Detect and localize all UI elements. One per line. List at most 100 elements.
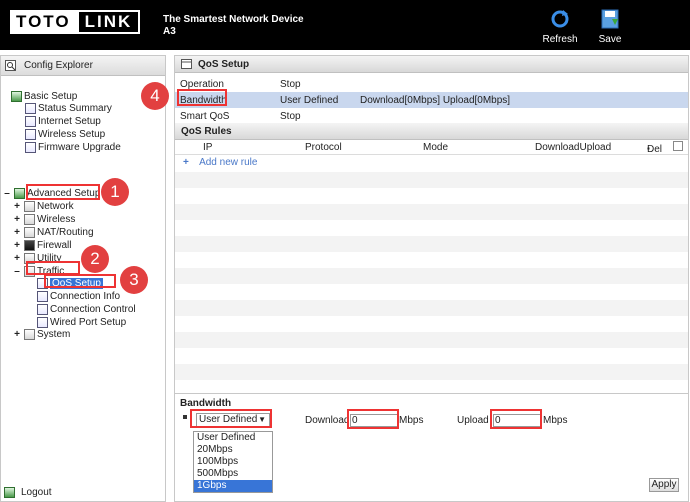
tree-item-connection-info[interactable]: Connection Info: [37, 290, 120, 302]
tree-basic-setup-label: Basic Setup: [24, 90, 78, 102]
col-del-label: Del: [647, 144, 663, 155]
upload-unit: Mbps: [543, 415, 568, 426]
bandwidth-option-20mbps[interactable]: 20Mbps: [194, 444, 272, 456]
highlight-box-download-input: [347, 409, 399, 429]
download-label: Download: [305, 415, 350, 426]
bandwidth-option-500mbps[interactable]: 500Mbps: [194, 468, 272, 480]
tagline-text: The Smartest Network Device: [163, 14, 304, 25]
tree-item-label: Status Summary: [38, 102, 112, 114]
logo-toto: TOTO: [10, 10, 77, 34]
qos-main-panel: QoS Setup Operation Stop Bandwidth User …: [174, 55, 689, 502]
logout-link[interactable]: Logout: [4, 487, 52, 498]
tree-item-wireless-setup[interactable]: Wireless Setup: [25, 128, 105, 140]
bandwidth-option-user-defined[interactable]: User Defined: [194, 432, 272, 444]
expand-icon[interactable]: +: [13, 253, 21, 264]
logout-label: Logout: [21, 487, 52, 498]
smart-qos-value: Stop: [280, 110, 301, 122]
apply-button[interactable]: Apply: [649, 478, 679, 492]
totolink-logo: TOTO LINK: [10, 10, 141, 34]
select-all-checkbox[interactable]: [673, 141, 683, 151]
tagline: The Smartest Network Device A3: [163, 14, 304, 38]
operation-value: Stop: [280, 78, 301, 90]
save-icon: [601, 9, 619, 29]
expand-icon[interactable]: +: [13, 227, 21, 238]
highlight-box-traffic: [26, 261, 80, 275]
save-label: Save: [598, 34, 622, 45]
tree-item-firewall[interactable]: + Firewall: [13, 239, 71, 251]
highlight-box-qos-setup: [44, 274, 116, 288]
folder-icon: [14, 187, 25, 199]
logout-icon: [4, 487, 15, 498]
tree-basic-setup[interactable]: Basic Setup: [11, 90, 77, 102]
wireless-icon: [24, 213, 35, 225]
page-icon: [25, 141, 36, 153]
smart-qos-row: Smart QoS Stop: [175, 108, 688, 124]
col-mode: Mode: [423, 142, 449, 153]
logo-link: LINK: [76, 10, 141, 34]
network-icon: [24, 200, 35, 212]
tree-item-network[interactable]: + Network: [13, 200, 74, 212]
col-ip: IP: [203, 142, 213, 153]
system-icon: [24, 328, 35, 340]
tree-item-label: Wireless: [37, 213, 76, 225]
collapse-icon[interactable]: –: [3, 188, 11, 199]
page-icon: [25, 128, 36, 140]
highlight-box-upload-input: [490, 409, 542, 429]
rules-empty-row: [175, 236, 688, 252]
bandwidth-dropdown-list: User Defined 20Mbps 100Mbps 500Mbps 1Gbp…: [193, 431, 273, 493]
expand-icon[interactable]: +: [13, 329, 21, 340]
bandwidth-form-title: Bandwidth: [180, 398, 232, 409]
rules-empty-row: [175, 364, 688, 380]
rules-empty-row: [175, 284, 688, 300]
save-button[interactable]: Save: [590, 9, 630, 45]
expand-icon[interactable]: +: [13, 201, 21, 212]
qos-rules-header: QoS Rules: [175, 123, 688, 140]
rules-empty-row: [175, 204, 688, 220]
refresh-button[interactable]: Refresh: [540, 9, 580, 45]
tree-item-label: Network: [37, 200, 74, 212]
step-badge-2: 2: [81, 245, 109, 273]
lock-icon: [24, 239, 35, 251]
bandwidth-option-1gbps[interactable]: 1Gbps: [194, 480, 272, 492]
qos-section-icon: [181, 59, 192, 69]
tree-item-connection-control[interactable]: Connection Control: [37, 303, 136, 315]
tree-item-label: Connection Control: [50, 303, 136, 315]
collapse-icon[interactable]: –: [13, 266, 21, 277]
folder-icon: [11, 90, 22, 102]
highlight-box-bandwidth: [177, 89, 227, 106]
rules-empty-row: [175, 316, 688, 332]
rules-empty-row: [175, 220, 688, 236]
highlight-box-bandwidth-select: [190, 409, 272, 428]
tree-item-wireless[interactable]: + Wireless: [13, 213, 75, 225]
tree-item-wired-port-setup[interactable]: Wired Port Setup: [37, 316, 126, 328]
page-icon: [37, 290, 48, 302]
add-new-rule-link[interactable]: + Add new rule: [183, 157, 257, 168]
bandwidth-detail: Download[0Mbps] Upload[0Mbps]: [360, 94, 511, 106]
col-protocol: Protocol: [305, 142, 342, 153]
tree-item-firmware-upgrade[interactable]: Firmware Upgrade: [25, 141, 121, 153]
tree-item-nat-routing[interactable]: + NAT/Routing: [13, 226, 94, 238]
divider: [175, 393, 688, 394]
col-download-upload: DownloadUpload: [535, 142, 612, 153]
expand-icon[interactable]: +: [13, 240, 21, 251]
qos-setup-title: QoS Setup: [198, 58, 250, 70]
qos-setup-header: QoS Setup: [175, 56, 688, 73]
bandwidth-row[interactable]: Bandwidth User Defined Download[0Mbps] U…: [175, 92, 688, 108]
tree-item-internet-setup[interactable]: Internet Setup: [25, 115, 101, 127]
step-badge-1: 1: [101, 178, 129, 206]
rules-empty-row: [175, 188, 688, 204]
tree-item-label: Internet Setup: [38, 115, 101, 127]
step-badge-3: 3: [120, 266, 148, 294]
add-new-rule-label: Add new rule: [199, 157, 258, 168]
tree-item-system[interactable]: + System: [13, 328, 70, 340]
expand-icon[interactable]: +: [13, 214, 21, 225]
page-icon: [25, 102, 36, 114]
rules-empty-row: [175, 300, 688, 316]
bandwidth-option-100mbps[interactable]: 100Mbps: [194, 456, 272, 468]
highlight-box-advanced-setup: [26, 184, 100, 200]
tree-item-status-summary[interactable]: Status Summary: [25, 102, 112, 114]
config-explorer-header: Config Explorer: [1, 56, 165, 76]
rules-empty-row: [175, 332, 688, 348]
upload-label: Upload: [457, 415, 489, 426]
tree-item-label: Firewall: [37, 239, 72, 251]
